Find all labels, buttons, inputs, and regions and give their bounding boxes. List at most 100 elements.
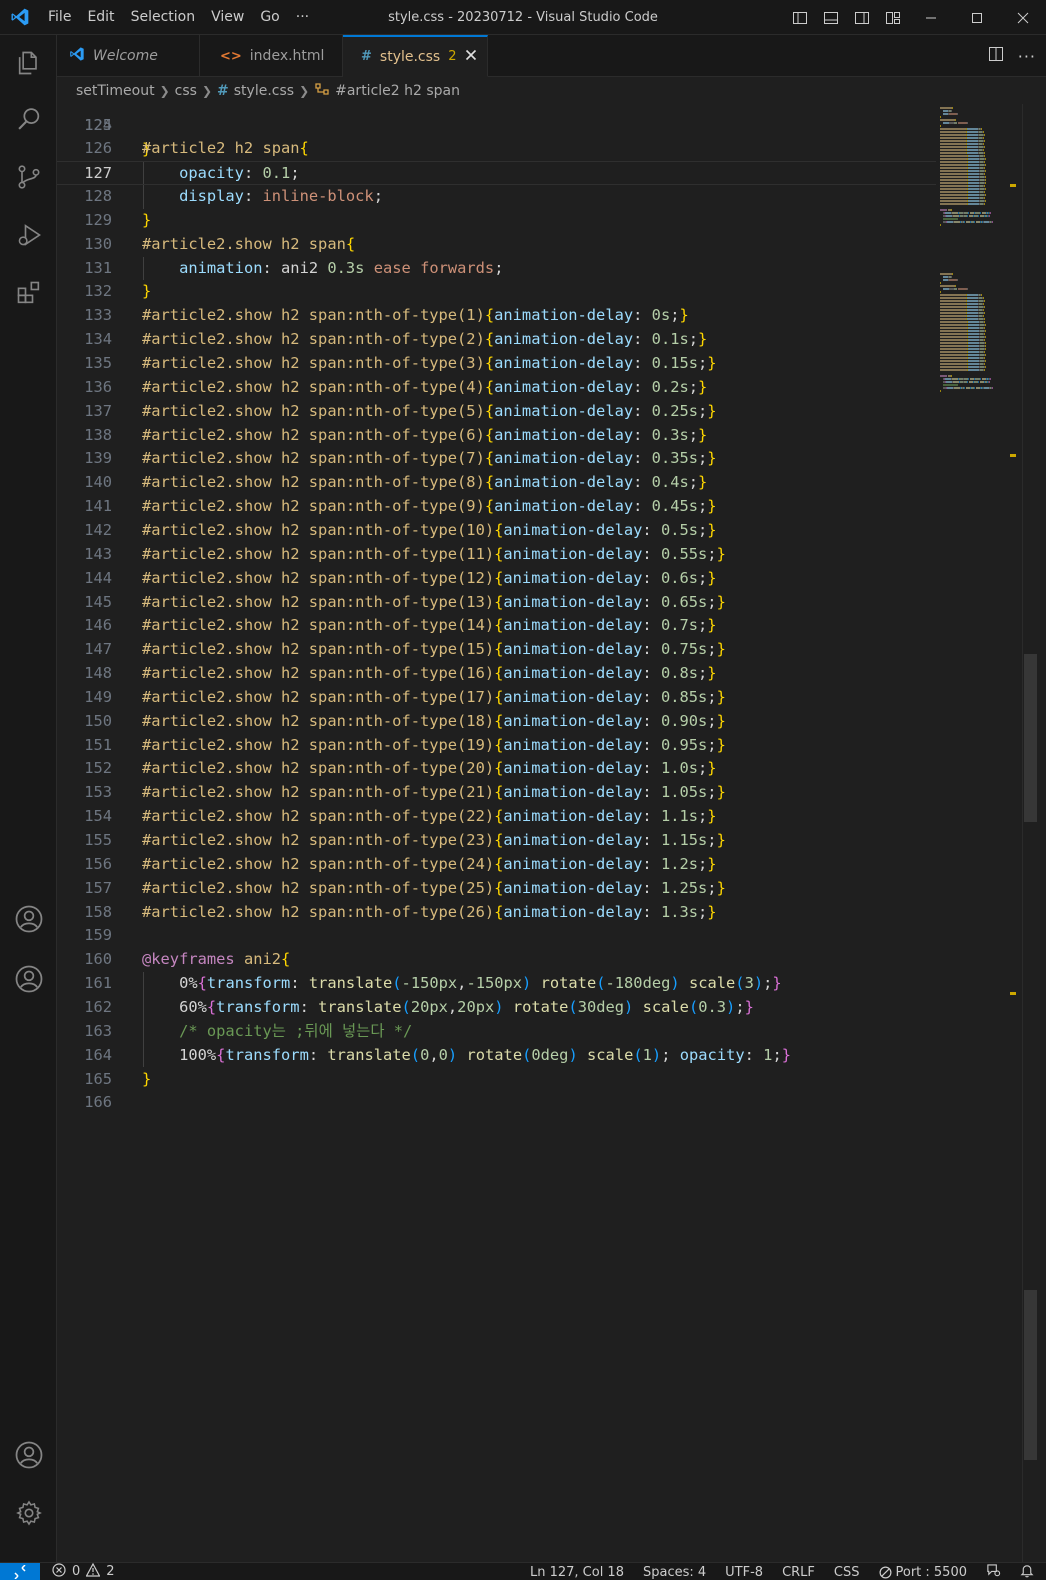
extensions-icon[interactable] [0, 269, 57, 317]
encoding[interactable]: UTF-8 [725, 1565, 763, 1580]
line-number: 159 [84, 926, 112, 945]
code-text: 60%{transform: translate(20px,20px) rota… [179, 997, 754, 1016]
code-text: #article2 h2 span{ [142, 139, 309, 158]
line-number: 136 [84, 377, 112, 396]
line-number: 165 [84, 1069, 112, 1088]
code-text: #article2.show h2 span:nth-of-type(3){an… [142, 354, 717, 372]
tab-welcome[interactable]: Welcome [57, 35, 200, 77]
code-text: #article2.show h2 span:nth-of-type(26){a… [142, 902, 717, 921]
minimize-window-icon[interactable] [908, 0, 954, 35]
menu-item[interactable]: Selection [123, 0, 204, 35]
account-icon[interactable] [0, 955, 57, 1003]
code-editor[interactable]: 124 } 125 126 #article2 h2 span{127 opacit… [57, 104, 936, 1562]
code-text: #article2.show h2 span:nth-of-type(20){a… [142, 759, 717, 778]
menu-item[interactable]: View [203, 0, 252, 35]
code-text: #article2.show h2 span:nth-of-type(17){a… [142, 687, 726, 706]
tab-style-css[interactable]: # style.css 2 [343, 35, 488, 77]
code-line: 145 #article2.show h2 span:nth-of-type(13… [57, 591, 936, 615]
code-line: 135 #article2.show h2 span:nth-of-type(3)… [57, 352, 936, 376]
overview-ruler-warning-marker [1010, 184, 1016, 187]
account-icon[interactable] [0, 895, 57, 943]
code-line: 147 #article2.show h2 span:nth-of-type(15… [57, 638, 936, 662]
vscode-logo-icon [0, 0, 40, 35]
code-line: 146 #article2.show h2 span:nth-of-type(14… [57, 614, 936, 638]
problem-count-badge: 2 [448, 49, 457, 64]
scrollbar-thumb[interactable] [1024, 1290, 1037, 1460]
close-window-icon[interactable] [1000, 0, 1046, 35]
menu-item[interactable]: ··· [288, 0, 317, 35]
language-mode[interactable]: CSS [834, 1565, 860, 1580]
feedback-icon[interactable] [986, 1563, 1001, 1580]
line-number: 132 [84, 282, 112, 301]
search-icon[interactable] [0, 95, 57, 143]
code-text: #article2.show h2 span:nth-of-type(4){an… [142, 377, 708, 396]
menu-bar: File Edit Selection View Go ··· [40, 0, 317, 35]
code-text: #article2.show h2 span:nth-of-type(9){an… [142, 497, 717, 516]
line-number: 154 [84, 807, 112, 826]
close-icon[interactable] [465, 49, 477, 65]
code-text: #article2.show h2 span:nth-of-type(10){a… [142, 520, 717, 539]
breadcrumb-item-folder[interactable]: css [175, 83, 197, 99]
line-number: 145 [84, 592, 112, 611]
html-icon: <> [220, 48, 242, 64]
code-text: #article2.show h2 span:nth-of-type(2){an… [142, 330, 708, 349]
editor-scrollbar[interactable] [1022, 104, 1037, 1562]
line-number: 129 [84, 210, 112, 229]
code-line: 161 0%{transform: translate(-150px,-150p… [57, 972, 936, 996]
live-server-port[interactable]: Port : 5500 [879, 1565, 967, 1580]
code-line: 132} [57, 280, 936, 304]
code-line: 128 display: inline-block; [57, 185, 936, 209]
problems-indicator[interactable]: 0 2 [40, 1562, 115, 1580]
end-of-line[interactable]: CRLF [782, 1565, 815, 1580]
breadcrumb-item-folder[interactable]: setTimeout [76, 83, 155, 99]
run-and-debug-icon[interactable] [0, 211, 57, 259]
line-number: 143 [84, 544, 112, 563]
maximize-window-icon[interactable] [954, 0, 1000, 35]
more-actions-icon[interactable]: ··· [1018, 47, 1036, 66]
symbol-rule-icon [314, 82, 330, 100]
split-editor-icon[interactable] [988, 46, 1004, 66]
status-bar: 0 2 Ln 127, Col 18 Spaces: 4 UTF-8 CRLF … [0, 1562, 1046, 1580]
css-hash-icon: # [361, 49, 372, 64]
line-number: 133 [84, 306, 112, 325]
code-text: #article2.show h2 span:nth-of-type(25){a… [142, 878, 726, 897]
code-line: 142 #article2.show h2 span:nth-of-type(10… [57, 519, 936, 543]
code-text: #article2.show h2 span:nth-of-type(18){a… [142, 711, 726, 730]
accounts-icon[interactable] [0, 1431, 57, 1479]
menu-item[interactable]: File [40, 0, 79, 35]
circle-slash-icon [879, 1566, 891, 1578]
code-line: 165} [57, 1068, 936, 1092]
notifications-bell-icon[interactable] [1020, 1563, 1034, 1580]
menu-item[interactable]: Edit [79, 0, 122, 35]
line-number: 163 [84, 1021, 112, 1040]
code-text: #article2.show h2 span:nth-of-type(13){a… [142, 592, 726, 611]
code-line: 129} [57, 209, 936, 233]
code-line: 157 #article2.show h2 span:nth-of-type(25… [57, 877, 936, 901]
code-text: #article2.show h2 span:nth-of-type(21){a… [142, 783, 726, 802]
menu-item[interactable]: Go [252, 0, 287, 35]
customize-layout-icon[interactable] [877, 0, 908, 35]
line-number: 149 [84, 687, 112, 706]
toggle-secondary-sidebar-icon[interactable] [846, 0, 877, 35]
minimap[interactable] [936, 104, 1022, 1562]
scrollbar-thumb[interactable] [1024, 654, 1037, 822]
toggle-panel-icon[interactable] [815, 0, 846, 35]
gear-icon[interactable] [0, 1489, 57, 1537]
line-number: 144 [84, 568, 112, 587]
cursor-position[interactable]: Ln 127, Col 18 [530, 1565, 624, 1580]
code-line: 133 #article2.show h2 span:nth-of-type(1)… [57, 304, 936, 328]
source-control-icon[interactable] [0, 153, 57, 201]
code-text: 0%{transform: translate(-150px,-150px) r… [179, 974, 782, 993]
breadcrumb-item-symbol[interactable]: #article2 h2 span [335, 83, 460, 99]
remote-indicator-icon[interactable] [0, 1562, 40, 1580]
code-line: 158 #article2.show h2 span:nth-of-type(26… [57, 901, 936, 925]
explorer-icon[interactable] [0, 39, 57, 87]
code-line: 159 [57, 924, 936, 948]
code-text: #article2.show h2 span:nth-of-type(6){an… [142, 425, 708, 444]
indentation[interactable]: Spaces: 4 [643, 1565, 706, 1580]
line-number: 126 [84, 139, 112, 158]
breadcrumb-item-file[interactable]: style.css [234, 83, 294, 99]
tab-index-html[interactable]: <> index.html [200, 35, 343, 77]
line-number: 152 [84, 759, 112, 778]
toggle-primary-sidebar-icon[interactable] [784, 0, 815, 35]
